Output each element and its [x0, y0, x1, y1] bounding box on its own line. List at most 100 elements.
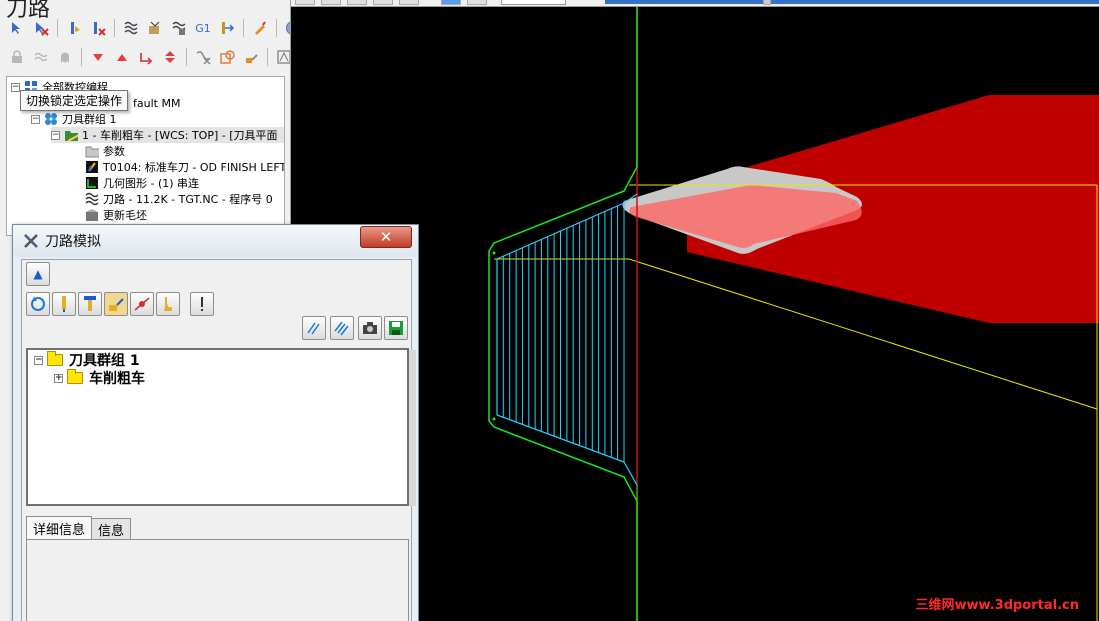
folder-icon	[67, 369, 83, 384]
collapse-icon[interactable]: −	[34, 355, 43, 365]
top-mini-button-active[interactable]	[441, 0, 461, 5]
tree-node-tool[interactable]: T0104: 标准车刀 - OD FINISH LEFT	[85, 159, 285, 175]
show-selected-tool-icon[interactable]	[240, 47, 262, 67]
dialog-titlebar[interactable]: 刀路模拟 ✕	[13, 225, 418, 257]
top-mini-button[interactable]	[399, 0, 419, 5]
tree-node-geometry[interactable]: 几何图形 - (1) 串连	[85, 175, 199, 191]
post-selected-icon[interactable]	[216, 18, 238, 38]
top-input-field[interactable]	[501, 0, 566, 5]
chain-point	[492, 251, 496, 255]
lathe-tool-icon	[86, 161, 98, 173]
toolpath-icon	[85, 192, 99, 206]
operation-folder-icon	[65, 131, 78, 142]
top-progress-bar	[605, 0, 1099, 4]
tree-label: 刀具群组 1	[62, 113, 117, 126]
tooltip-lock-operation: 切换锁定选定操作	[20, 90, 129, 111]
tree-label: T0104: 标准车刀 - OD FINISH LEFT	[103, 161, 285, 174]
move-up-icon[interactable]	[111, 47, 133, 67]
show-stock-button[interactable]	[104, 292, 128, 316]
top-mini-button[interactable]	[467, 0, 487, 5]
top-mini-button[interactable]	[373, 0, 393, 5]
expand-icon[interactable]: +	[54, 373, 63, 383]
backplot-icon[interactable]	[120, 18, 142, 38]
refresh-button[interactable]	[26, 292, 50, 316]
watermark-text: 三维网www.3dportal.cn	[915, 598, 1079, 613]
move-down-icon[interactable]	[87, 47, 109, 67]
tree-scrollbar[interactable]	[409, 350, 416, 506]
collapse-icon[interactable]: −	[51, 130, 60, 140]
insert-after-icon[interactable]	[135, 47, 157, 67]
tree-label: 更新毛坯	[103, 209, 147, 222]
folder-icon	[47, 351, 63, 366]
tree-node-tool-group[interactable]: − 刀具群组 1	[31, 111, 117, 127]
deselect-ops-icon[interactable]	[30, 18, 52, 38]
save-button[interactable]	[384, 316, 408, 340]
g1-post-icon[interactable]: G1	[192, 18, 214, 38]
tree-label: 参数	[103, 145, 125, 158]
show-rapid-moves-button[interactable]	[130, 292, 154, 316]
double-up-arrow-icon: ▲	[33, 267, 43, 281]
options-button[interactable]	[190, 292, 214, 316]
regen-dirty-icon[interactable]	[87, 18, 109, 38]
simulate-icon[interactable]	[168, 18, 190, 38]
tab-content-area	[26, 539, 409, 621]
top-toolbar-strip	[291, 0, 1099, 7]
toolpath-editor-icon[interactable]	[273, 47, 290, 67]
show-holder-button[interactable]	[78, 292, 102, 316]
toggle-post-icon[interactable]	[54, 47, 76, 67]
top-mini-button[interactable]	[321, 0, 341, 5]
part-profile-chain	[488, 7, 638, 621]
insert-arrows-icon[interactable]	[159, 47, 181, 67]
toolpath-simulation-dialog: 刀路模拟 ✕ ▲ − 刀具群组 1 + 车削粗车 详细信息 信息	[12, 224, 419, 621]
sim-tree-node-rough-turn[interactable]: + 车削粗车	[54, 369, 145, 387]
edit-tool-icon[interactable]	[249, 18, 271, 38]
parameters-icon	[85, 146, 99, 158]
tree-label: 1 - 车削粗车 - [WCS: TOP] - [刀具平面	[82, 129, 278, 142]
tree-node-toolpath[interactable]: 刀路 - 11.2K - TGT.NC - 程序号 0	[85, 191, 273, 207]
top-slider-handle[interactable]	[763, 0, 771, 5]
lock-icon[interactable]	[6, 47, 28, 67]
tree-label: 几何图形 - (1) 串连	[103, 177, 200, 190]
toolbar-row-2	[6, 46, 290, 68]
sim-tree-node-tool-group[interactable]: − 刀具群组 1	[34, 351, 140, 369]
verify-icon[interactable]	[144, 18, 166, 38]
close-button[interactable]: ✕	[360, 226, 412, 248]
show-tool-button[interactable]	[52, 292, 76, 316]
dialog-body: ▲ − 刀具群组 1 + 车削粗车 详细信息 信息	[21, 259, 416, 621]
tab-details[interactable]: 详细信息	[26, 516, 93, 539]
collapse-icon[interactable]: −	[31, 114, 40, 124]
show-selected-stock-icon[interactable]	[216, 47, 238, 67]
show-end-points-button[interactable]	[156, 292, 180, 316]
tab-info[interactable]: 信息	[91, 518, 132, 539]
toggle-display-icon[interactable]	[30, 47, 52, 67]
geometry-icon	[86, 177, 98, 189]
tool-group-icon	[45, 113, 57, 125]
tree-node-parameters[interactable]: 参数	[85, 143, 125, 159]
simulation-app-icon	[24, 234, 38, 248]
select-all-ops-icon[interactable]	[6, 18, 28, 38]
tree-node-machine-default[interactable]: fault MM	[133, 95, 180, 111]
help-icon[interactable]: ?	[282, 18, 290, 38]
tree-node-operation-rough-turn[interactable]: − 1 - 车削粗车 - [WCS: TOP] - [刀具平面	[51, 127, 284, 143]
tree-label: fault MM	[133, 96, 181, 110]
tree-label: 车削粗车	[89, 371, 145, 387]
collapse-panel-button[interactable]: ▲	[26, 262, 50, 286]
color-loops-button[interactable]	[302, 316, 326, 340]
rough-pass-group	[496, 203, 625, 462]
tree-node-stock-update[interactable]: 更新毛坯	[85, 207, 147, 223]
top-mini-button[interactable]	[295, 0, 315, 5]
info-tabs: 详细信息 信息	[26, 516, 132, 539]
top-mini-button[interactable]	[347, 0, 367, 5]
dialog-title: 刀路模拟	[45, 234, 101, 250]
color-passes-button[interactable]	[330, 316, 354, 340]
tree-label: 刀路 - 11.2K - TGT.NC - 程序号 0	[103, 193, 273, 206]
chain-point	[492, 417, 496, 421]
screenshot-button[interactable]	[358, 316, 382, 340]
show-selected-toolpaths-icon[interactable]	[192, 47, 214, 67]
simulation-operation-tree: − 刀具群组 1 + 车削粗车	[26, 348, 416, 506]
toolbar-row-1: G1 ?	[6, 17, 290, 39]
collapse-icon[interactable]: −	[11, 82, 20, 92]
regen-selected-icon[interactable]	[63, 18, 85, 38]
tree-label: 刀具群组 1	[69, 353, 140, 369]
stock-update-icon	[86, 209, 98, 221]
